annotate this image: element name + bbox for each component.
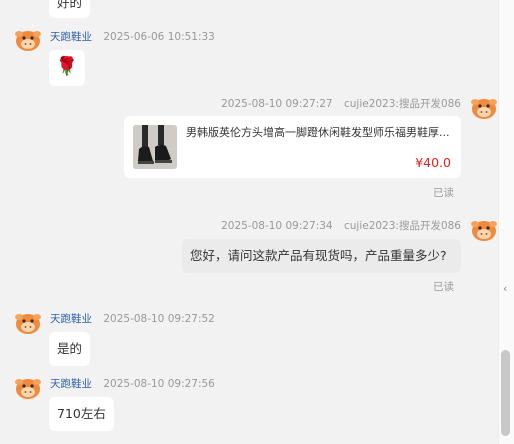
message-text: 您好，请问这款产品有现货吗，产品重量多少? bbox=[190, 248, 447, 263]
rose-emoji-icon: 🌹 bbox=[55, 56, 79, 77]
product-title[interactable]: 男韩版英伦方头增高一脚蹬休闲鞋发型师乐福男鞋厚... bbox=[186, 124, 450, 140]
product-price: ¥40.0 bbox=[415, 155, 451, 170]
message-meta: 天跑鞋业 2025-06-06 10:51:33 bbox=[50, 29, 215, 44]
chat-message-list[interactable]: 好的 天跑鞋业 2025-06-06 10:51:33 🌹 2025-08-10… bbox=[0, 0, 498, 444]
sender-name[interactable]: 天跑鞋业 bbox=[50, 31, 92, 43]
message-timestamp: 2025-06-06 10:51:33 bbox=[103, 31, 215, 43]
message-bubble-text: 好的 bbox=[49, 0, 91, 18]
read-status: 已读 bbox=[433, 281, 454, 293]
product-image bbox=[133, 125, 177, 169]
chevron-left-icon[interactable]: ‹ bbox=[503, 282, 507, 295]
sender-name[interactable]: 天跑鞋业 bbox=[50, 313, 92, 325]
message-text: 710左右 bbox=[57, 406, 106, 421]
seller-avatar-icon[interactable] bbox=[15, 27, 41, 53]
message-bubble-emoji: 🌹 bbox=[49, 50, 85, 86]
product-card[interactable]: 男韩版英伦方头增高一脚蹬休闲鞋发型师乐福男鞋厚... ¥40.0 bbox=[124, 116, 461, 178]
scrollbar-thumb[interactable] bbox=[501, 350, 510, 436]
buyer-avatar-icon[interactable] bbox=[471, 217, 497, 243]
message-timestamp: 2025-08-10 09:27:34 bbox=[221, 220, 333, 232]
chat-scrollbar[interactable] bbox=[498, 0, 514, 444]
sender-name[interactable]: 天跑鞋业 bbox=[50, 378, 92, 390]
buyer-avatar-icon[interactable] bbox=[471, 95, 497, 121]
message-meta: 2025-08-10 09:27:34 cujie2023:搜品开发086 bbox=[221, 218, 461, 233]
message-bubble-text: 您好，请问这款产品有现货吗，产品重量多少? bbox=[182, 239, 461, 273]
message-meta: 天跑鞋业 2025-08-10 09:27:52 bbox=[50, 311, 215, 326]
message-text: 好的 bbox=[57, 0, 83, 10]
message-meta: 天跑鞋业 2025-08-10 09:27:56 bbox=[50, 376, 215, 391]
message-bubble-text: 710左右 bbox=[49, 397, 114, 431]
message-timestamp: 2025-08-10 09:27:27 bbox=[221, 98, 333, 110]
message-bubble-text: 是的 bbox=[49, 332, 91, 366]
message-meta: 2025-08-10 09:27:27 cujie2023:搜品开发086 bbox=[221, 96, 461, 111]
message-timestamp: 2025-08-10 09:27:56 bbox=[103, 378, 215, 390]
read-status: 已读 bbox=[433, 187, 454, 199]
seller-avatar-icon[interactable] bbox=[15, 375, 41, 401]
message-timestamp: 2025-08-10 09:27:52 bbox=[103, 313, 215, 325]
sender-name: cujie2023:搜品开发086 bbox=[343, 98, 461, 110]
seller-avatar-icon[interactable] bbox=[15, 310, 41, 336]
message-text: 是的 bbox=[57, 341, 83, 356]
sender-name: cujie2023:搜品开发086 bbox=[343, 220, 461, 232]
